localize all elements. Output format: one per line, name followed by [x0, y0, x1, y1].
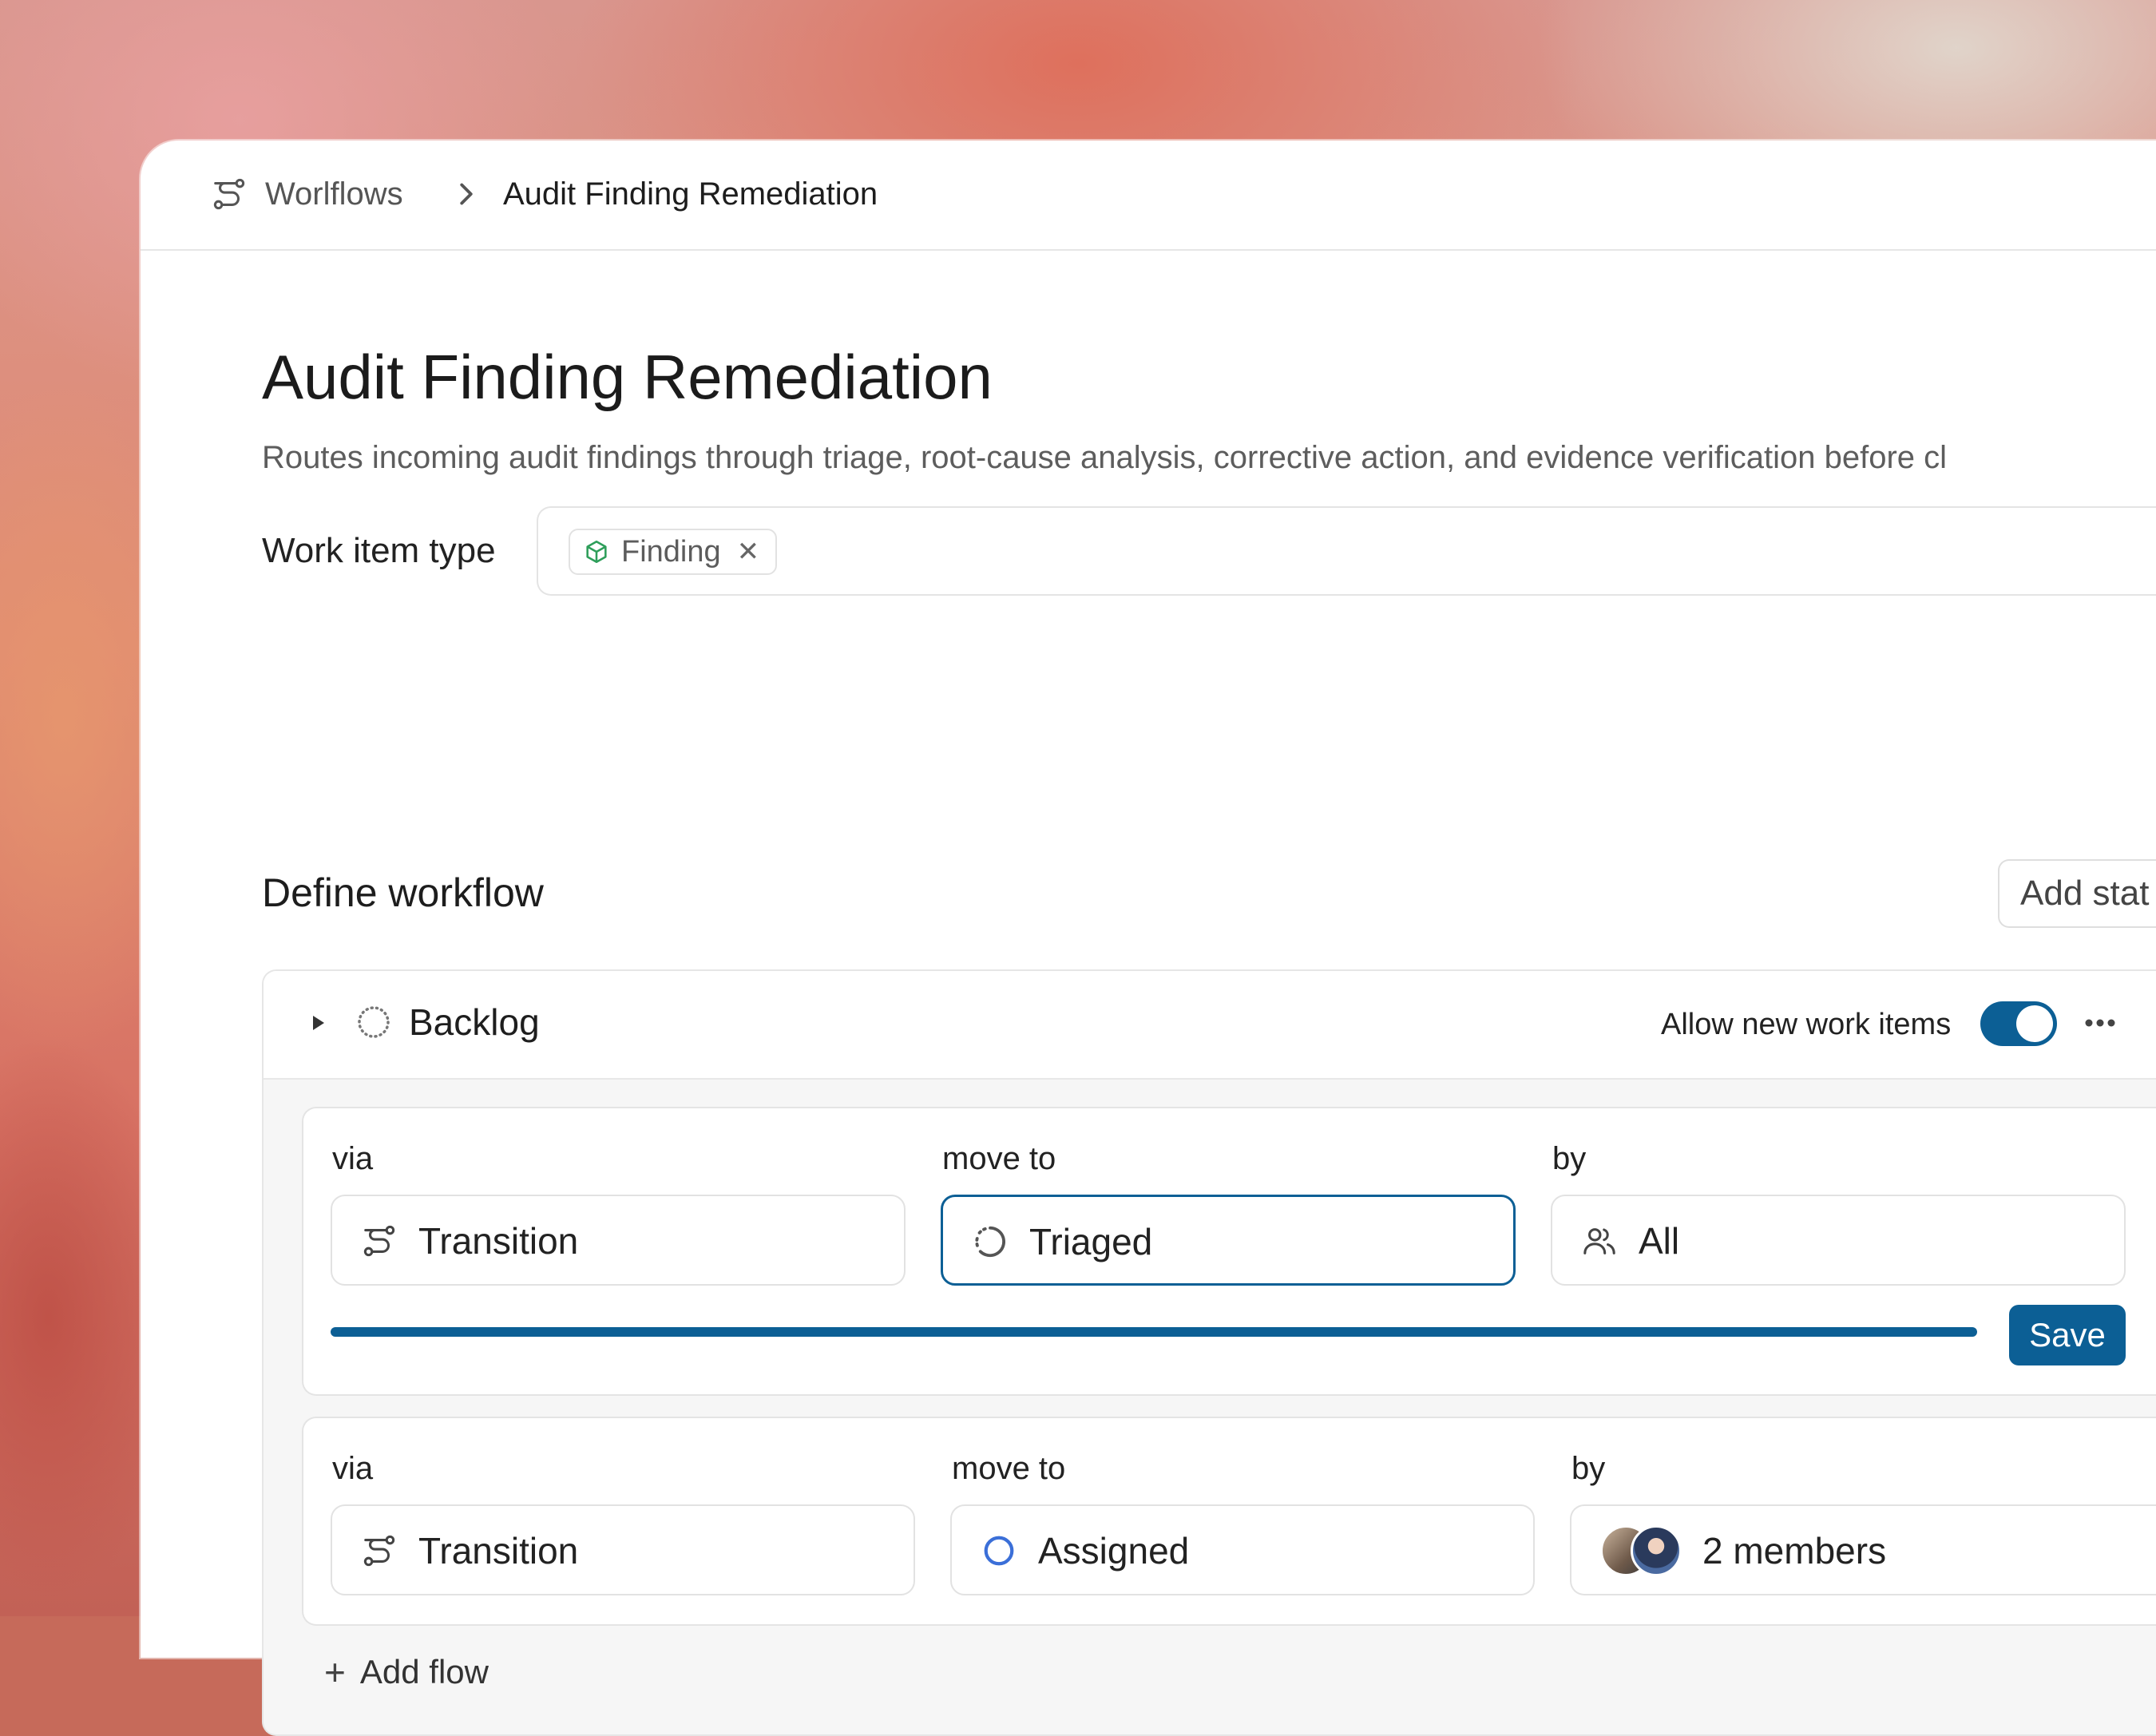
- stage-backlog: Backlog Allow new work items via move to…: [262, 969, 2156, 1736]
- top-bar: Worlflows Audit Finding Remediation: [141, 141, 2156, 251]
- via-select[interactable]: Transition: [331, 1195, 906, 1286]
- breadcrumb-current: Audit Finding Remediation: [503, 176, 878, 212]
- move-to-label: move to: [942, 1141, 1056, 1176]
- stage-header: Backlog Allow new work items: [264, 971, 2156, 1080]
- workflow-editor-window: Worlflows Audit Finding Remediation Audi…: [141, 141, 2156, 1736]
- move-to-value: Triaged: [1029, 1221, 1153, 1262]
- via-label: via: [332, 1451, 374, 1486]
- toggle-knob: [2016, 1005, 2053, 1042]
- by-value: All: [1639, 1220, 1680, 1262]
- by-select[interactable]: All: [1551, 1195, 2126, 1286]
- move-to-label: move to: [952, 1451, 1066, 1486]
- stage-name[interactable]: Backlog: [409, 1000, 540, 1044]
- add-stage-button[interactable]: Add stat: [1998, 859, 2156, 928]
- move-to-value: Assigned: [1038, 1530, 1190, 1572]
- page-title: Audit Finding Remediation: [262, 342, 993, 412]
- work-item-type-chip: Finding ✕: [569, 529, 778, 575]
- plus-icon: +: [324, 1651, 346, 1693]
- work-item-type-field[interactable]: Finding ✕: [537, 506, 2156, 596]
- dotted-circle-icon: [358, 1006, 390, 1038]
- via-value: Transition: [418, 1220, 579, 1262]
- progress-bar: [331, 1327, 1977, 1337]
- allow-new-items-label: Allow new work items: [1661, 1008, 1952, 1041]
- avatar: [1631, 1525, 1682, 1576]
- flow-row: via move to by Transition Assigned 2 mem…: [302, 1417, 2156, 1626]
- progress-circle-icon: [975, 1226, 1006, 1258]
- by-label: by: [1552, 1141, 1587, 1176]
- caret-right-icon[interactable]: [310, 1013, 327, 1033]
- circle-icon: [984, 1536, 1014, 1566]
- breadcrumb-root-link[interactable]: Worlflows: [265, 176, 403, 212]
- close-icon[interactable]: ✕: [737, 536, 760, 568]
- chip-label: Finding: [621, 534, 721, 569]
- by-select[interactable]: 2 members: [1570, 1504, 2156, 1595]
- work-item-type-label: Work item type: [262, 531, 496, 570]
- chevron-right-icon: [460, 183, 473, 205]
- via-select[interactable]: Transition: [331, 1504, 915, 1595]
- workflow-icon[interactable]: [211, 176, 248, 212]
- via-value: Transition: [418, 1530, 579, 1572]
- member-avatars: [1600, 1525, 1688, 1578]
- flow-row: via move to by Transition Triaged All Sa…: [302, 1107, 2156, 1396]
- save-button[interactable]: Save: [2009, 1305, 2126, 1365]
- via-label: via: [332, 1141, 374, 1176]
- add-flow-button[interactable]: + Add flow: [324, 1650, 489, 1694]
- workflow-icon: [363, 1535, 395, 1567]
- by-label: by: [1571, 1451, 1606, 1486]
- more-options-icon[interactable]: [2076, 1003, 2124, 1043]
- cube-icon: [586, 540, 607, 564]
- workflow-icon: [363, 1225, 395, 1257]
- move-to-select[interactable]: Assigned: [950, 1504, 1535, 1595]
- add-flow-label: Add flow: [359, 1653, 489, 1690]
- users-icon: [1583, 1228, 1615, 1254]
- move-to-select[interactable]: Triaged: [941, 1195, 1516, 1286]
- define-workflow-heading: Define workflow: [262, 870, 544, 915]
- page-description: Routes incoming audit findings through t…: [262, 440, 1948, 475]
- by-value: 2 members: [1702, 1530, 1887, 1572]
- allow-new-items-toggle[interactable]: [1980, 1001, 2057, 1046]
